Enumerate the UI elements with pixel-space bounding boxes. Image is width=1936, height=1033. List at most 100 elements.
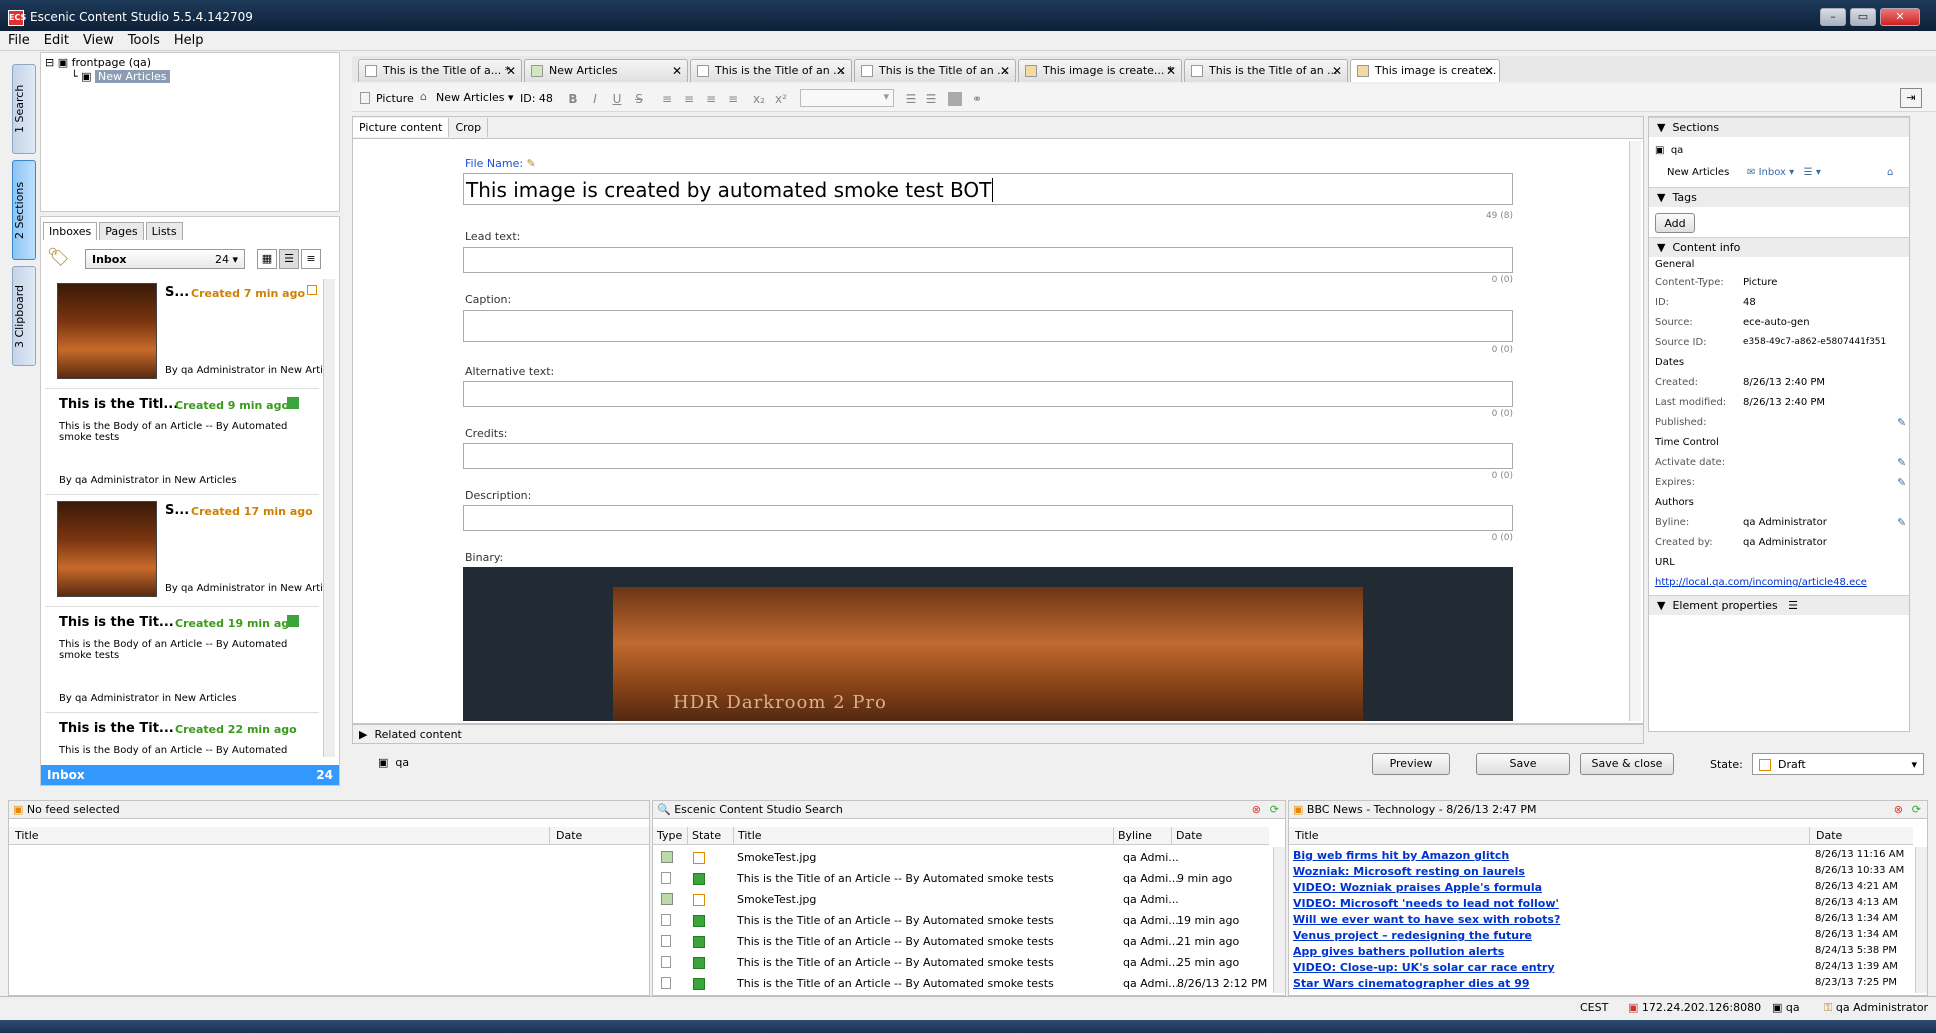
lead-text-input[interactable]	[463, 247, 1513, 273]
preview-button[interactable]: Preview	[1372, 753, 1450, 775]
tab-pages[interactable]: Pages	[99, 222, 144, 240]
style-dropdown[interactable]: ▾	[800, 89, 894, 107]
search-row[interactable]: This is the Title of an Article -- By Au…	[653, 973, 1269, 994]
tree-child[interactable]: └ ▣ New Articles	[71, 70, 170, 83]
col-title[interactable]: Title	[9, 827, 549, 845]
tab-crop[interactable]: Crop	[449, 118, 489, 137]
feed-link[interactable]: VIDEO: Close-up: UK's solar car race ent…	[1293, 961, 1555, 974]
tags-header[interactable]: ▼ Tags	[1649, 187, 1909, 207]
menu-help[interactable]: Help	[174, 33, 204, 48]
side-tab-sections[interactable]: 2 Sections	[12, 160, 36, 260]
minimize-button[interactable]: –	[1820, 8, 1846, 26]
subscript-icon[interactable]: x₂	[752, 92, 766, 106]
feed-row[interactable]: Venus project – redesigning the future 8/…	[1289, 927, 1909, 943]
bbc-scrollbar[interactable]	[1915, 847, 1927, 993]
numbered-list-icon[interactable]: ☰	[924, 92, 938, 106]
tree-root[interactable]: ⊟ ▣ frontpage (qa)	[45, 56, 151, 69]
link-icon[interactable]: ⚭	[970, 92, 984, 106]
feed-row[interactable]: VIDEO: Microsoft 'needs to lead not foll…	[1289, 895, 1909, 911]
doc-tab[interactable]: This image is create... * ✕	[1018, 59, 1182, 82]
feed-link[interactable]: Will we ever want to have sex with robot…	[1293, 913, 1560, 926]
superscript-icon[interactable]: x²	[774, 92, 788, 106]
add-tag-button[interactable]: Add	[1655, 213, 1695, 233]
search-scrollbar[interactable]	[1273, 847, 1285, 993]
list-view-icon[interactable]: ☰	[279, 249, 299, 269]
sections-header[interactable]: ▼ Sections	[1649, 117, 1909, 137]
search-row[interactable]: This is the Title of an Article -- By Au…	[653, 868, 1269, 889]
feed-link[interactable]: App gives bathers pollution alerts	[1293, 945, 1504, 958]
menu-edit[interactable]: Edit	[44, 33, 69, 48]
maximize-button[interactable]: ▭	[1850, 8, 1876, 26]
grid-view-icon[interactable]: ▦	[257, 249, 277, 269]
inbox-item[interactable]: This is the Titl... Created 9 min ago Th…	[45, 391, 319, 495]
strikethrough-icon[interactable]: S	[632, 92, 646, 106]
doc-tab[interactable]: This is the Title of an ... ✕	[854, 59, 1016, 82]
align-right-icon[interactable]: ≡	[704, 92, 718, 106]
inbox-scrollbar[interactable]	[323, 279, 335, 757]
feed-link[interactable]: VIDEO: Wozniak praises Apple's formula	[1293, 881, 1542, 894]
feed-row[interactable]: VIDEO: Close-up: UK's solar car race ent…	[1289, 959, 1909, 975]
open-external-icon[interactable]: ⇥	[1900, 88, 1922, 108]
doc-tab[interactable]: New Articles ✕	[524, 59, 688, 82]
inbox-item[interactable]: This is the Tit... Created 22 min ago Th…	[45, 715, 319, 761]
menu-view[interactable]: View	[83, 33, 114, 48]
feed-link[interactable]: Wozniak: Microsoft resting on laurels	[1293, 865, 1525, 878]
menu-tools[interactable]: Tools	[128, 33, 160, 48]
filename-input[interactable]: This image is created by automated smoke…	[463, 173, 1513, 205]
feed-link[interactable]: VIDEO: Microsoft 'needs to lead not foll…	[1293, 897, 1559, 910]
save-button[interactable]: Save	[1476, 753, 1570, 775]
related-content-bar[interactable]: ▶ Related content	[352, 724, 1644, 744]
credits-input[interactable]	[463, 443, 1513, 469]
inbox-item[interactable]: S... Created 17 min ago By qa Administra…	[45, 497, 328, 607]
italic-icon[interactable]: I	[588, 92, 602, 106]
bullet-list-icon[interactable]: ☰	[904, 92, 918, 106]
doc-tab[interactable]: This is the Title of an ... ✕	[690, 59, 852, 82]
menu-file[interactable]: File	[8, 33, 30, 48]
feed-row[interactable]: Will we ever want to have sex with robot…	[1289, 911, 1909, 927]
article-url-link[interactable]: http://local.qa.com/incoming/article48.e…	[1655, 577, 1867, 588]
doc-tab[interactable]: This is the Title of a... * ✕	[358, 59, 522, 82]
side-tab-clipboard[interactable]: 3 Clipboard	[12, 266, 36, 366]
feed-row[interactable]: Wozniak: Microsoft resting on laurels 8/2…	[1289, 863, 1909, 879]
alt-text-input[interactable]	[463, 381, 1513, 407]
content-info-header[interactable]: ▼ Content info	[1649, 237, 1909, 257]
justify-icon[interactable]: ≡	[726, 92, 740, 106]
search-row[interactable]: This is the Title of an Article -- By Au…	[653, 931, 1269, 952]
edit-expires-icon[interactable]: ✎	[1897, 476, 1906, 489]
close-window-button[interactable]: ✕	[1880, 8, 1920, 26]
tab-lists[interactable]: Lists	[145, 222, 183, 240]
side-tab-search[interactable]: 1 Search	[12, 64, 36, 154]
search-row[interactable]: This is the Title of an Article -- By Au…	[653, 910, 1269, 931]
home-icon[interactable]: ⌂	[1887, 167, 1893, 178]
caption-input[interactable]	[463, 310, 1513, 342]
table-icon[interactable]	[948, 92, 962, 106]
edit-activate-icon[interactable]: ✎	[1897, 456, 1906, 469]
feed-link[interactable]: Star Wars cinematographer dies at 99	[1293, 977, 1530, 990]
element-properties-header[interactable]: ▼ Element properties ☰	[1649, 595, 1909, 615]
feed-row[interactable]: Star Wars cinematographer dies at 99 8/23…	[1289, 975, 1909, 991]
doc-tab[interactable]: This is the Title of an ... ✕	[1184, 59, 1348, 82]
binary-image-preview[interactable]: HDR Darkroom 2 Pro	[463, 567, 1513, 721]
underline-icon[interactable]: U	[610, 92, 624, 106]
inbox-dropdown[interactable]: ✉ Inbox ▾ ☰ ▾	[1747, 167, 1821, 178]
align-center-icon[interactable]: ≡	[682, 92, 696, 106]
align-left-icon[interactable]: ≡	[660, 92, 674, 106]
description-input[interactable]	[463, 505, 1513, 531]
feed-link[interactable]: Big web firms hit by Amazon glitch	[1293, 849, 1509, 862]
search-row[interactable]: SmokeTest.jpg qa Admi...	[653, 847, 1269, 868]
search-row[interactable]: This is the Title of an Article -- By Au…	[653, 952, 1269, 973]
section-dropdown[interactable]: New Articles ▾	[436, 91, 514, 104]
tab-picture-content[interactable]: Picture content	[353, 118, 450, 137]
tab-inboxes[interactable]: Inboxes	[43, 222, 98, 240]
feed-row[interactable]: Big web firms hit by Amazon glitch 8/26/1…	[1289, 847, 1909, 863]
editor-scrollbar[interactable]	[1629, 141, 1641, 721]
edit-published-icon[interactable]: ✎	[1897, 416, 1906, 429]
feed-row[interactable]: App gives bathers pollution alerts 8/24/1…	[1289, 943, 1909, 959]
state-dropdown[interactable]: Draft ▾	[1752, 753, 1924, 775]
feed-row[interactable]: VIDEO: Wozniak praises Apple's formula 8/…	[1289, 879, 1909, 895]
col-date[interactable]: Date	[549, 827, 649, 845]
inbox-selector[interactable]: Inbox 24 ▾	[85, 249, 245, 269]
save-close-button[interactable]: Save & close	[1580, 753, 1674, 775]
doc-tab-active[interactable]: This image is create... * ✕	[1350, 59, 1500, 82]
compact-view-icon[interactable]: ≡	[301, 249, 321, 269]
